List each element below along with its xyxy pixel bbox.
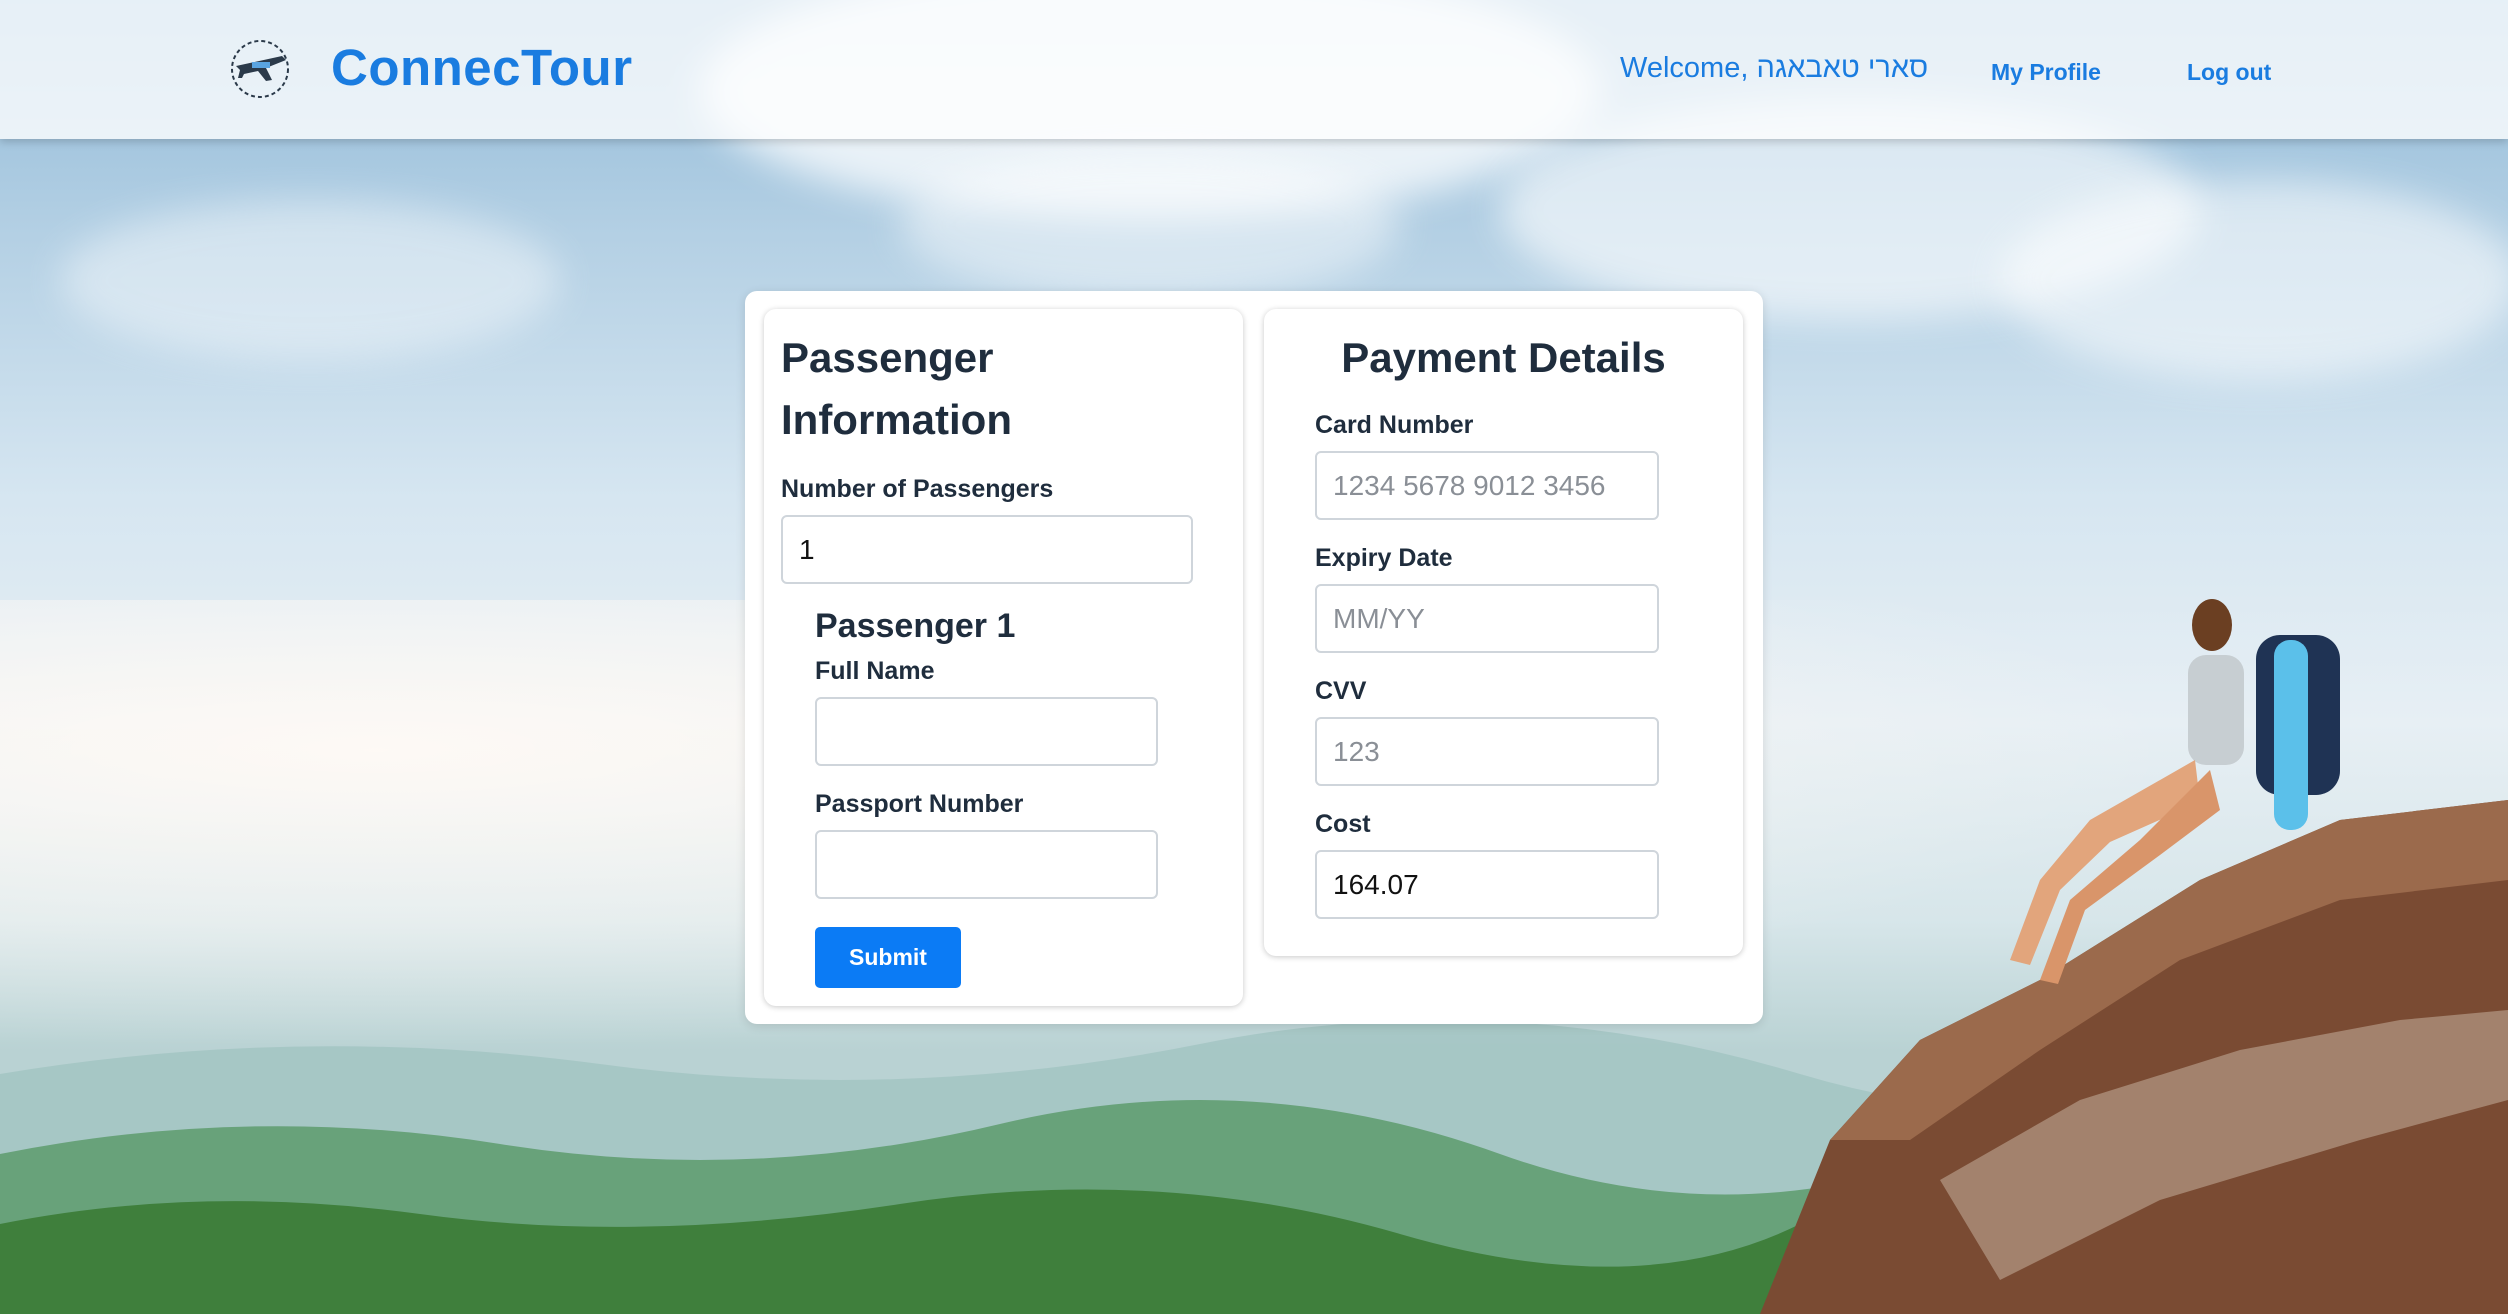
number-of-passengers-label: Number of Passengers (781, 475, 1054, 503)
booking-card: Passenger Information Number of Passenge… (745, 291, 1763, 1024)
rock-cliff-with-hiker (1760, 599, 2508, 1314)
cvv-label: CVV (1315, 677, 1367, 705)
cost-input[interactable] (1315, 850, 1659, 919)
submit-button[interactable]: Submit (815, 927, 961, 988)
cost-label: Cost (1315, 810, 1371, 838)
number-of-passengers-input[interactable] (781, 515, 1193, 584)
expiry-date-label: Expiry Date (1315, 544, 1453, 572)
my-profile-link[interactable]: My Profile (1991, 59, 2101, 86)
passenger-information-panel: Passenger Information Number of Passenge… (764, 309, 1243, 1006)
passenger-info-title-line2: Information (781, 396, 1012, 443)
passport-number-label: Passport Number (815, 790, 1024, 818)
cloud (2000, 180, 2508, 380)
top-navbar: ConnecTour Welcome, סארי טאבאגה My Profi… (0, 0, 2508, 139)
payment-details-title: Payment Details (1341, 334, 1666, 381)
expiry-date-input[interactable] (1315, 584, 1659, 653)
passport-number-input[interactable] (815, 830, 1158, 899)
cloud (900, 150, 1400, 300)
cloud (60, 200, 560, 360)
welcome-message: Welcome, סארי טאבאגה (1620, 52, 1929, 84)
passenger-info-title-line1: Passenger (781, 334, 994, 381)
brand-title[interactable]: ConnecTour (331, 38, 633, 97)
card-number-input[interactable] (1315, 451, 1659, 520)
passenger-1-title: Passenger 1 (815, 607, 1016, 645)
card-number-label: Card Number (1315, 411, 1474, 439)
payment-details-panel: Payment Details Card Number Expiry Date … (1264, 309, 1743, 956)
airplane-logo-icon[interactable] (222, 36, 298, 102)
logout-link[interactable]: Log out (2187, 59, 2271, 86)
cvv-input[interactable] (1315, 717, 1659, 786)
full-name-label: Full Name (815, 657, 935, 685)
full-name-input[interactable] (815, 697, 1158, 766)
